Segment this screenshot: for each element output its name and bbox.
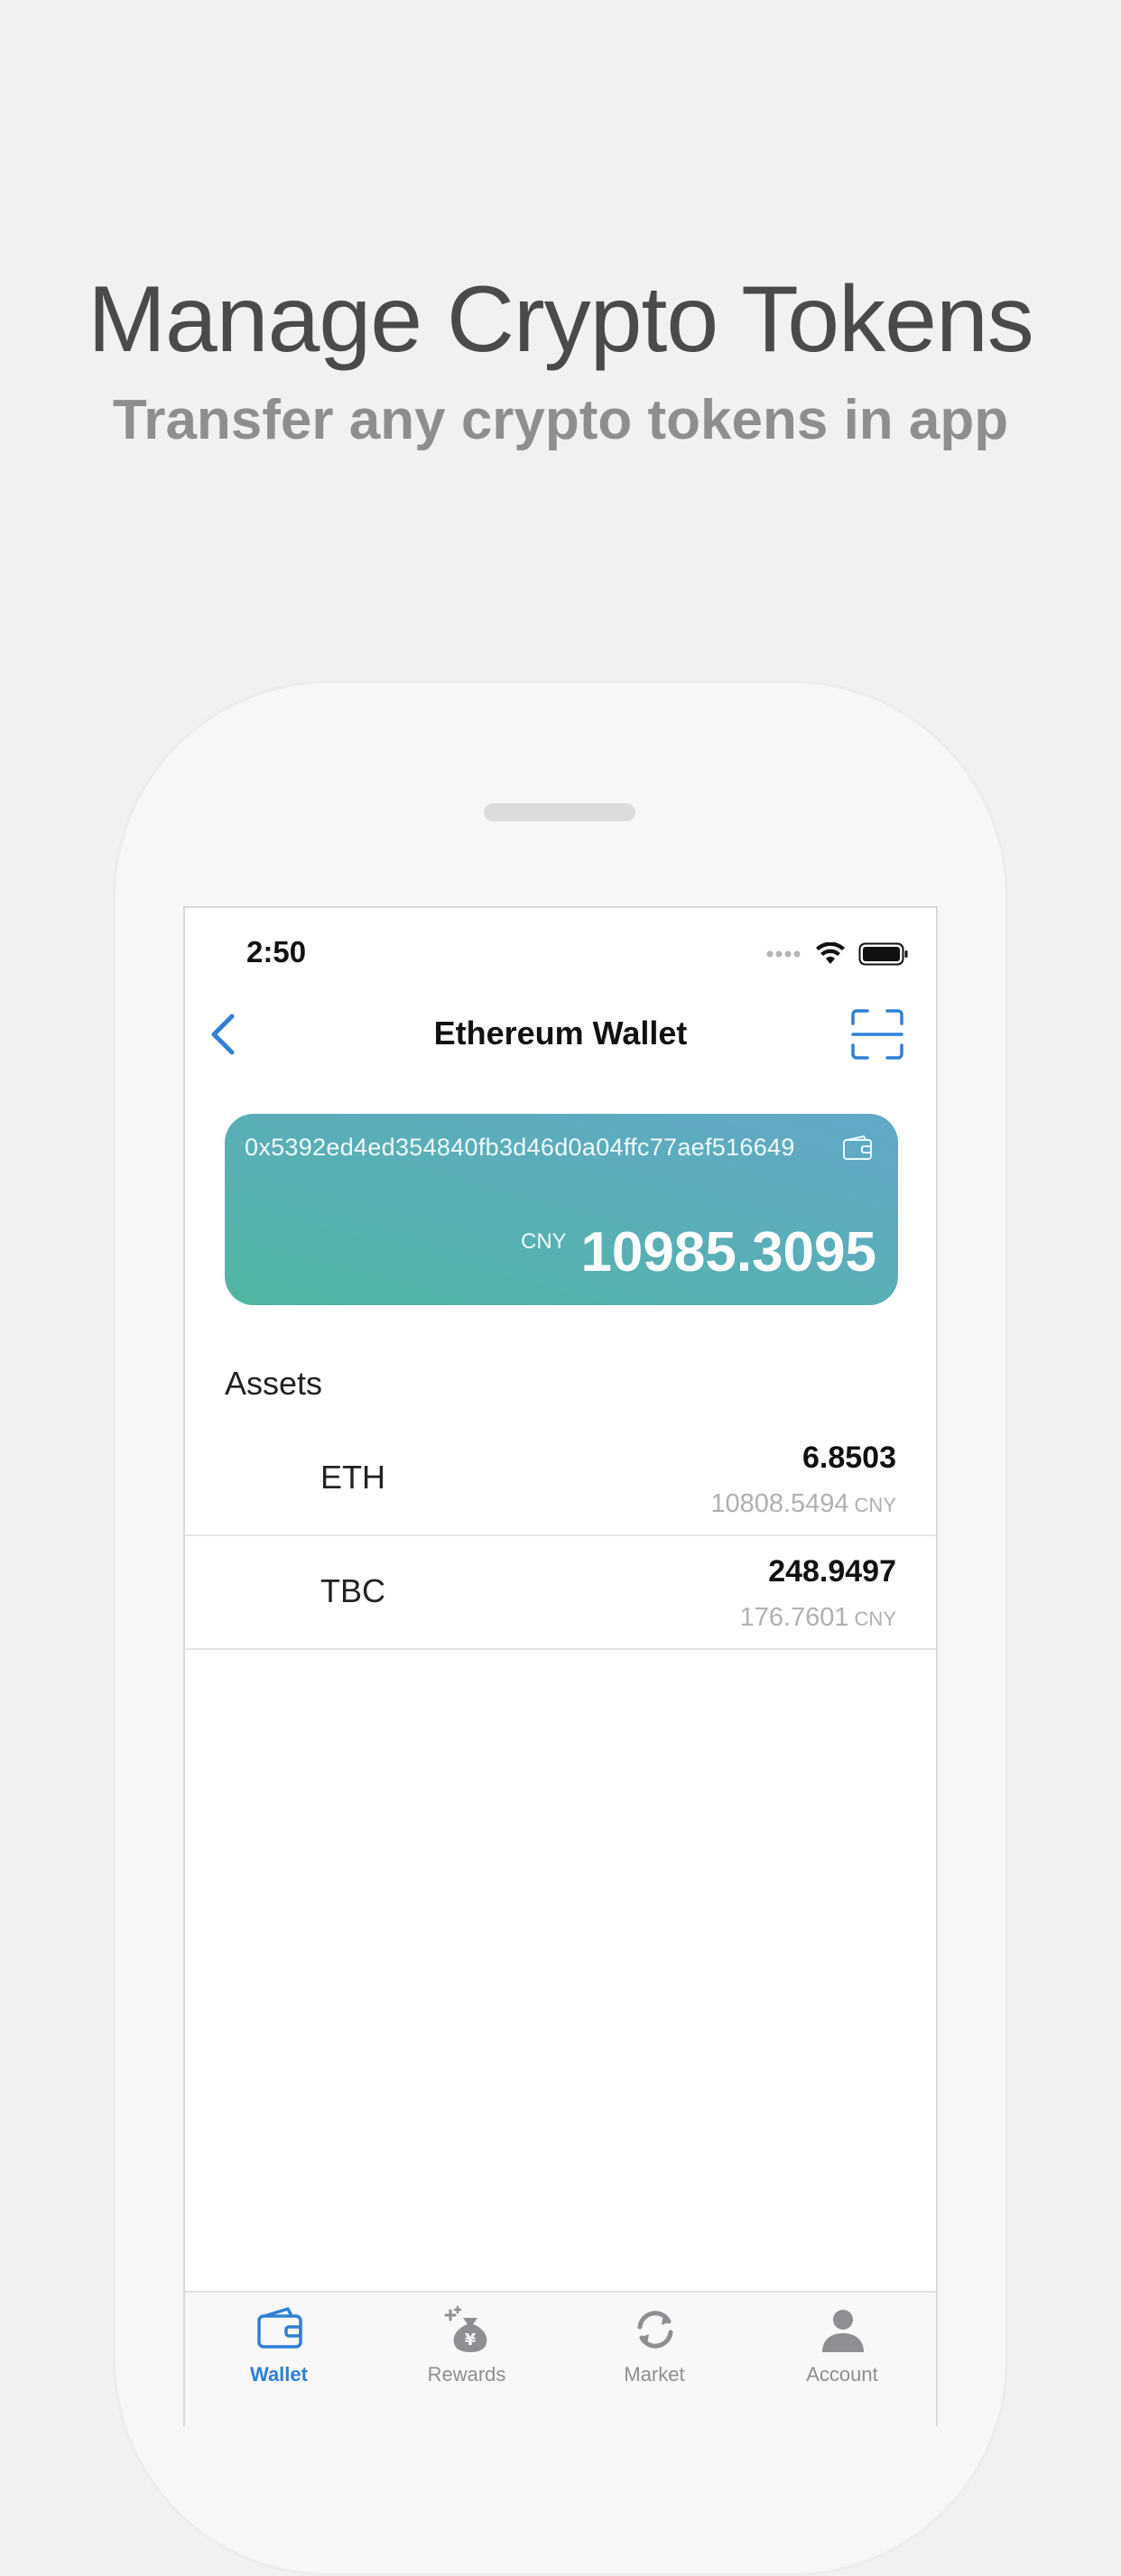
asset-fiat-value: 176.7601 CNY	[740, 1603, 896, 1633]
assets-heading: Assets	[225, 1365, 323, 1402]
tab-label: Market	[624, 2363, 685, 2386]
asset-amount: 6.8503	[802, 1441, 896, 1475]
wallet-icon	[257, 2307, 302, 2349]
scan-icon	[851, 1009, 903, 1060]
tab-bar: Wallet ¥ Rewards Market Account	[185, 2291, 936, 2426]
person-icon	[822, 2310, 864, 2352]
wallet-address: 0x5392ed4ed354840fb3d46d0a04ffc77aef5166…	[245, 1134, 795, 1161]
tab-label: Wallet	[250, 2363, 308, 2386]
refresh-icon	[637, 2311, 673, 2349]
wallet-card[interactable]: 0x5392ed4ed354840fb3d46d0a04ffc77aef5166…	[225, 1114, 898, 1305]
asset-symbol: ETH	[320, 1459, 385, 1496]
money-bag-icon: ¥	[444, 2305, 487, 2352]
asset-fiat-value: 10808.5494 CNY	[710, 1489, 896, 1519]
asset-value-unit: CNY	[854, 1608, 896, 1630]
asset-symbol: TBC	[320, 1572, 385, 1609]
tab-market[interactable]: Market	[560, 2293, 748, 2426]
signal-dots-icon	[766, 950, 801, 958]
battery-icon	[858, 942, 908, 966]
tab-account[interactable]: Account	[748, 2293, 936, 2426]
balance-currency: CNY	[521, 1229, 567, 1254]
page-title: Ethereum Wallet	[433, 1015, 688, 1052]
asset-row-eth[interactable]: ETH 6.8503 10808.5494 CNY	[185, 1422, 936, 1536]
tab-rewards[interactable]: ¥ Rewards	[373, 2293, 560, 2426]
status-time: 2:50	[246, 935, 307, 968]
asset-value-number: 10808.5494	[710, 1489, 849, 1518]
tab-label: Rewards	[427, 2363, 506, 2386]
svg-text:¥: ¥	[465, 2330, 477, 2349]
wallet-copy-icon[interactable]	[842, 1135, 873, 1161]
tab-wallet[interactable]: Wallet	[185, 2293, 373, 2426]
phone-speaker	[484, 803, 635, 821]
wallet-balance: 10985.3095	[580, 1221, 876, 1283]
promo-subheadline: Transfer any crypto tokens in app	[112, 389, 1009, 451]
asset-value-number: 176.7601	[739, 1603, 849, 1632]
asset-row-tbc[interactable]: TBC 248.9497 176.7601 CNY	[185, 1536, 936, 1650]
tab-label: Account	[806, 2363, 878, 2386]
promo-headline: Manage Crypto Tokens	[88, 267, 1034, 372]
scan-button[interactable]	[851, 1009, 903, 1060]
wifi-icon	[816, 942, 845, 964]
asset-amount: 248.9497	[768, 1554, 896, 1589]
status-icons	[766, 941, 909, 968]
asset-value-unit: CNY	[854, 1494, 896, 1516]
app-screen: 2:50 Ethereum Wallet 0x5392ed4ed354840fb…	[183, 906, 938, 2426]
